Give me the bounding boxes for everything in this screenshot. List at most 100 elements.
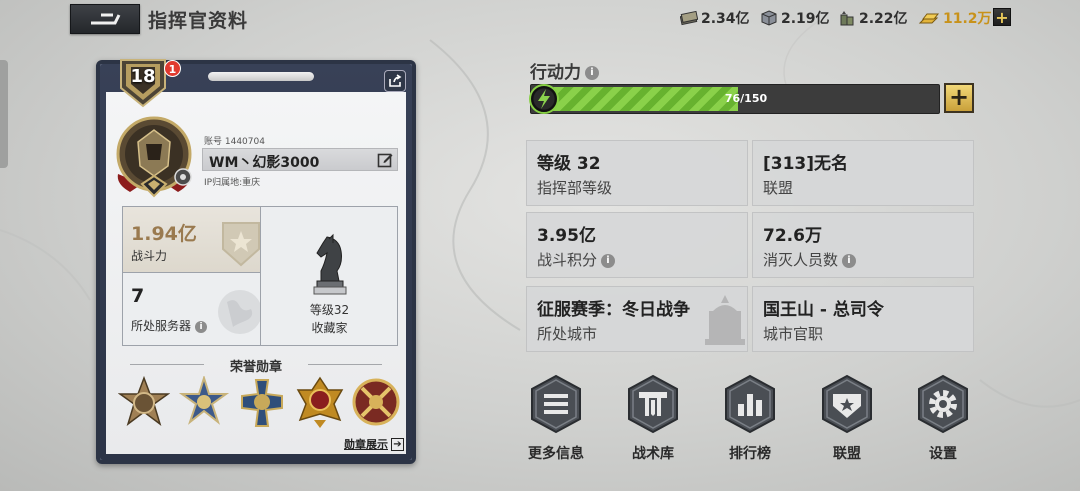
power-value: 1.94亿 [131,223,197,245]
resource-oil[interactable]: 2.22亿 [838,7,908,29]
tactics-book-icon [628,374,678,434]
info-icon[interactable]: i [601,253,616,268]
power-label: 战斗力 [131,249,168,263]
more-info-label: 更多信息 [528,446,584,462]
resource-cash[interactable]: 2.34亿 [680,7,750,29]
profile-card: 18 1 账号 1440704 WM丶幻影3000 IP归属地:重庆 1.94亿… [96,58,416,464]
kills-value: 72.6万 [763,226,822,246]
info-icon[interactable]: i [195,320,208,333]
alliance-label: 联盟 [763,179,794,197]
medal-gold-eagle-icon[interactable] [294,376,346,430]
city-title-label: 城市官职 [763,325,824,343]
leaderboard-button[interactable]: 排行榜 [718,374,782,463]
alliance-star-icon [822,374,872,434]
collector-cell[interactable]: 等级32 收藏家 [261,207,398,346]
star-shield-icon [222,222,260,267]
medal-cross-icon[interactable] [236,376,288,430]
alliance-button[interactable]: 联盟 [815,374,879,463]
city-title-value: 国王山 - 总司令 [763,300,884,320]
server-label-row: 所处服务器 i [131,317,208,334]
ip-location: IP归属地:重庆 [204,178,261,188]
player-name-field[interactable]: WM丶幻影3000 [202,148,398,171]
bar-chart-icon [725,374,775,434]
action-points-text: 76/150 [724,92,768,105]
info-cell-city[interactable]: 征服赛季：冬日战争 所处城市 [526,286,748,352]
server-value: 7 [131,285,145,307]
hq-level-value: 等级 32 [537,154,601,174]
gear-icon [918,374,968,434]
arrow-right-icon: ➔ [391,437,404,451]
collector-label: 收藏家 [311,321,348,335]
server-cell[interactable]: 7 所处服务器 i [123,273,261,346]
alliance-value: [313]无名 [763,154,849,174]
kills-label-row: 消灭人员数 i [763,249,857,270]
kills-label: 消灭人员数 [763,251,839,269]
globe-icon [218,290,260,334]
settings-button[interactable]: 设置 [911,374,975,463]
city-building-icon [705,295,745,345]
tactics-library-button[interactable]: 战术库 [621,374,685,463]
edit-icon[interactable] [377,152,393,168]
server-label: 所处服务器 [131,319,192,333]
gold-bars-icon [918,13,940,24]
info-cell-alliance[interactable]: [313]无名 联盟 [752,140,974,206]
info-cell-hq-level[interactable]: 等级 32 指挥部等级 [526,140,748,206]
medal-blue-star-icon[interactable] [178,376,230,430]
medal-display-link[interactable]: 勋章展示 ➔ [344,436,404,452]
power-cell[interactable]: 1.94亿 战斗力 [123,207,261,273]
action-points-label: 行动力 [530,63,581,83]
alliance-label: 联盟 [833,446,861,462]
action-points-label-row: 行动力 i [530,58,599,83]
share-button[interactable] [384,70,406,92]
info-cell-city-title[interactable]: 国王山 - 总司令 城市官职 [752,286,974,352]
info-icon[interactable]: i [585,66,599,80]
battle-score-label: 战斗积分 [537,251,598,269]
battle-score-value: 3.95亿 [537,226,596,246]
battle-score-label-row: 战斗积分 i [537,249,616,270]
honor-medals-title: 荣誉勋章 [229,360,282,375]
oil-barrels-icon [840,11,854,26]
divider [308,364,382,365]
side-drawer-handle[interactable] [0,60,8,168]
resource-steel-value: 2.19亿 [781,11,830,27]
resource-cash-value: 2.34亿 [701,11,750,27]
level-number: 18 [130,66,156,87]
level-badge[interactable]: 18 [118,58,168,110]
action-points-bar: 76/150 [529,84,940,114]
medal-crossed-swords-icon[interactable] [350,376,402,430]
top-bar: 指挥官资料 2.34亿 2.19亿 2.22亿 11.2万 + [0,0,1080,40]
resource-gold-value: 11.2万 [943,11,992,27]
page-title: 指挥官资料 [148,10,249,32]
steel-cube-icon [761,10,777,26]
back-arrow-icon [91,13,121,25]
resource-gold[interactable]: 11.2万 [918,7,992,29]
leaderboard-label: 排行榜 [729,446,771,462]
card-handle-bar [208,72,314,81]
more-info-button[interactable]: 更多信息 [524,374,588,463]
info-cell-kills[interactable]: 72.6万 消灭人员数 i [752,212,974,278]
knight-chess-icon [313,233,347,295]
info-icon[interactable]: i [842,253,857,268]
medal-display-label: 勋章展示 [344,438,388,451]
share-icon [389,74,402,87]
player-name: WM丶幻影3000 [209,155,320,171]
city-value: 征服赛季：冬日战争 [537,300,690,320]
resource-steel[interactable]: 2.19亿 [760,7,830,29]
cash-stack-icon [680,10,698,26]
back-button[interactable] [70,4,140,34]
list-menu-icon [531,374,581,434]
info-cell-battle-score[interactable]: 3.95亿 战斗积分 i [526,212,748,278]
medal-bronze-cross-icon[interactable] [118,376,170,430]
settings-label: 设置 [929,446,957,462]
notification-badge: 1 [164,60,181,77]
stats-panel: 1.94亿 战斗力 7 所处服务器 i 等级32 收藏家 [122,206,398,346]
tactics-library-label: 战术库 [632,446,674,462]
add-gold-button[interactable]: + [993,8,1011,26]
add-action-points-button[interactable]: + [944,83,974,113]
collector-level: 等级32 [309,303,350,317]
avatar[interactable] [112,114,196,198]
hq-level-label: 指挥部等级 [537,179,613,197]
city-label: 所处城市 [537,325,598,343]
account-id: 账号 1440704 [204,137,265,147]
resource-oil-value: 2.22亿 [859,11,908,27]
